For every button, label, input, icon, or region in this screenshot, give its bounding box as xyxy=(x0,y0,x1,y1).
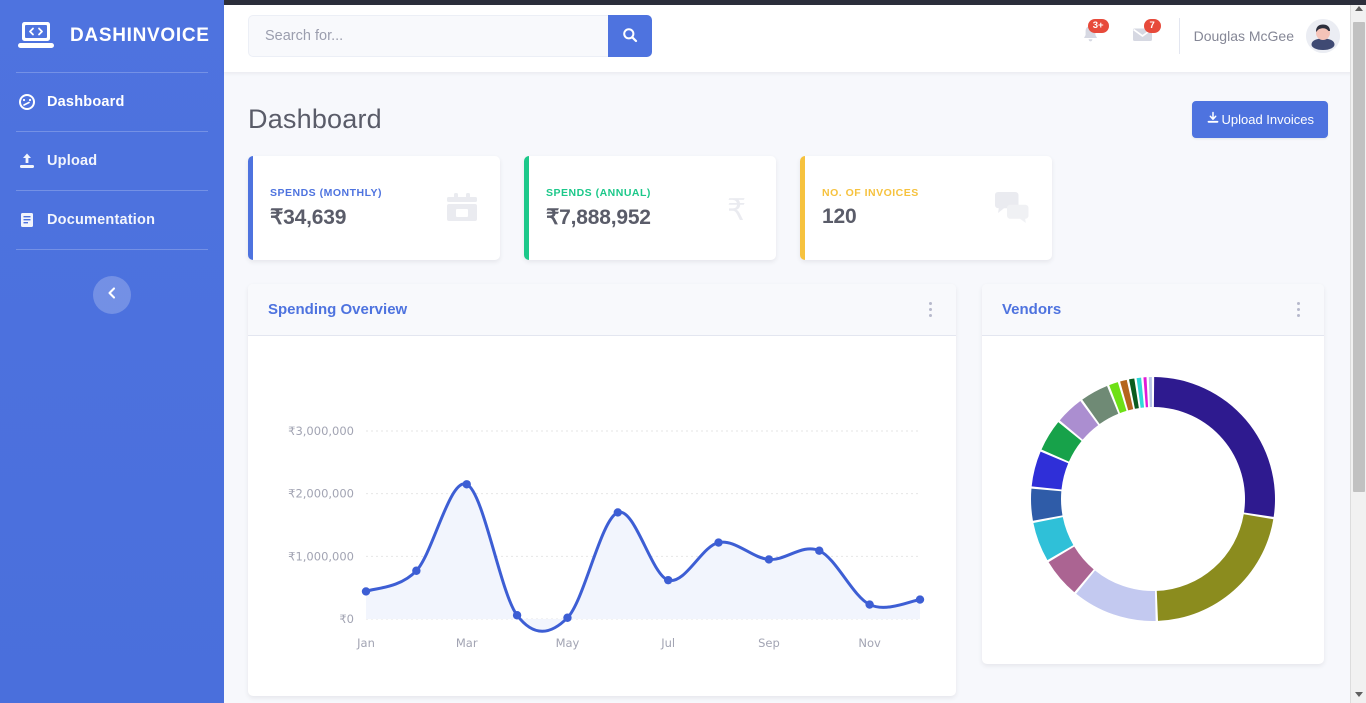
book-icon xyxy=(18,211,36,229)
svg-text:₹: ₹ xyxy=(727,193,746,226)
app-root: DASHINVOICE Dashboard Upload Documentati… xyxy=(0,0,1366,703)
sidebar-collapse-wrap xyxy=(0,276,224,314)
page-header: Dashboard Upload Invoices xyxy=(248,94,1328,144)
upload-invoices-button[interactable]: Upload Invoices xyxy=(1191,100,1328,138)
search-bar xyxy=(248,15,652,57)
stat-card-value: 120 xyxy=(822,205,857,228)
topbar: 3+ 7 Douglas McGee xyxy=(224,0,1366,72)
donut-segment[interactable] xyxy=(1156,514,1274,621)
dashboard-panels: Spending Overview ₹0 ₹1,000,000 ₹2,000,000… xyxy=(248,284,1328,696)
stat-card-text: SPENDS (MONTHLY) ₹34,639 xyxy=(270,187,382,230)
vendors-chart xyxy=(982,336,1324,662)
svg-text:₹3,000,000: ₹3,000,000 xyxy=(288,424,354,438)
scroll-down-arrow[interactable] xyxy=(1351,686,1366,703)
user-menu[interactable]: Douglas McGee xyxy=(1194,19,1344,53)
topbar-right: 3+ 7 Douglas McGee xyxy=(1065,13,1344,59)
stat-card-label: NO. OF INVOICES xyxy=(822,187,919,199)
svg-text:₹2,000,000: ₹2,000,000 xyxy=(288,487,354,501)
page-title: Dashboard xyxy=(248,103,382,134)
stat-card-value: ₹7,888,952 xyxy=(546,205,651,229)
messages-badge: 7 xyxy=(1143,19,1161,33)
sidebar: DASHINVOICE Dashboard Upload Documentati… xyxy=(0,0,224,703)
alerts-badge: 3+ xyxy=(1087,19,1109,33)
svg-text:Nov: Nov xyxy=(858,636,881,650)
avatar xyxy=(1306,19,1340,53)
sidebar-item-label: Upload xyxy=(47,153,98,169)
vendors-donut-svg xyxy=(1031,377,1275,621)
stat-card-spends-annual[interactable]: SPENDS (ANNUAL) ₹7,888,952 ₹ xyxy=(524,156,776,260)
stat-card-value: ₹34,639 xyxy=(270,205,347,229)
donut-segment[interactable] xyxy=(1143,377,1149,408)
spending-chart-svg: ₹0 ₹1,000,000 ₹2,000,000 ₹3,000,000 Jan Mar Ma… xyxy=(288,424,925,650)
upload-invoices-label: Upload Invoices xyxy=(1221,111,1315,127)
laptop-code-icon xyxy=(14,16,58,56)
brand-name: DASHINVOICE xyxy=(70,25,210,46)
stat-card-label: SPENDS (MONTHLY) xyxy=(270,186,383,199)
sidebar-item-upload[interactable]: Upload xyxy=(0,132,224,190)
donut-segment[interactable] xyxy=(1148,377,1153,408)
stat-card-invoices[interactable]: NO. OF INVOICES 120 xyxy=(800,156,1052,260)
user-name: Douglas McGee xyxy=(1193,28,1294,44)
search-button[interactable] xyxy=(608,15,652,57)
comments-icon xyxy=(992,191,1032,225)
topbar-divider xyxy=(1178,18,1180,54)
vertical-dots-icon[interactable] xyxy=(925,298,937,322)
svg-text:₹0: ₹0 xyxy=(339,612,354,626)
svg-text:Mar: Mar xyxy=(456,636,478,650)
panel-vendors: Vendors xyxy=(982,284,1324,664)
calendar-icon xyxy=(444,190,480,226)
download-icon xyxy=(1206,111,1220,128)
brand[interactable]: DASHINVOICE xyxy=(0,0,224,72)
sidebar-divider xyxy=(16,249,208,250)
alerts-button[interactable]: 3+ xyxy=(1065,13,1117,59)
scrollbar-thumb[interactable] xyxy=(1353,22,1365,492)
panel-title: Spending Overview xyxy=(268,301,408,318)
sidebar-toggle-button[interactable] xyxy=(93,276,131,314)
rupee-icon: ₹ xyxy=(722,190,756,226)
page-content: Dashboard Upload Invoices SPENDS (MONTHL… xyxy=(224,72,1366,703)
vertical-dots-icon[interactable] xyxy=(1293,298,1305,322)
svg-text:Sep: Sep xyxy=(758,636,780,650)
panel-header: Spending Overview xyxy=(248,284,956,336)
svg-text:₹1,000,000: ₹1,000,000 xyxy=(288,549,354,563)
panel-header: Vendors xyxy=(982,284,1324,336)
browser-top-strip xyxy=(224,0,1366,5)
sidebar-item-label: Documentation xyxy=(47,212,156,228)
main-area: 3+ 7 Douglas McGee xyxy=(224,0,1366,703)
stat-card-label: SPENDS (ANNUAL) xyxy=(546,186,651,199)
spending-chart: ₹0 ₹1,000,000 ₹2,000,000 ₹3,000,000 Jan Mar Ma… xyxy=(248,336,956,696)
donut-segment[interactable] xyxy=(1153,377,1275,517)
stat-card-spends-monthly[interactable]: SPENDS (MONTHLY) ₹34,639 xyxy=(248,156,500,260)
sidebar-item-documentation[interactable]: Documentation xyxy=(0,191,224,249)
page-scrollbar[interactable] xyxy=(1350,0,1366,703)
svg-text:Jul: Jul xyxy=(660,636,675,650)
speedometer-icon xyxy=(18,93,36,111)
scrollbar-track[interactable] xyxy=(1351,17,1366,686)
stat-cards: SPENDS (MONTHLY) ₹34,639 SPENDS (ANNUAL)… xyxy=(248,156,1328,260)
sidebar-item-dashboard[interactable]: Dashboard xyxy=(0,73,224,131)
donut-segment[interactable] xyxy=(1076,570,1156,621)
upload-icon xyxy=(18,152,36,170)
stat-card-text: NO. OF INVOICES 120 xyxy=(822,187,919,229)
svg-text:Jan: Jan xyxy=(356,636,375,650)
donut-segment[interactable] xyxy=(1031,488,1063,521)
messages-button[interactable]: 7 xyxy=(1117,13,1169,59)
panel-spending-overview: Spending Overview ₹0 ₹1,000,000 ₹2,000,000… xyxy=(248,284,956,696)
panel-title: Vendors xyxy=(1002,301,1062,318)
search-input[interactable] xyxy=(248,15,608,57)
svg-text:May: May xyxy=(556,636,580,650)
chevron-left-icon xyxy=(105,286,119,305)
search-icon xyxy=(622,27,638,46)
stat-card-text: SPENDS (ANNUAL) ₹7,888,952 xyxy=(546,187,651,230)
sidebar-item-label: Dashboard xyxy=(47,94,125,110)
